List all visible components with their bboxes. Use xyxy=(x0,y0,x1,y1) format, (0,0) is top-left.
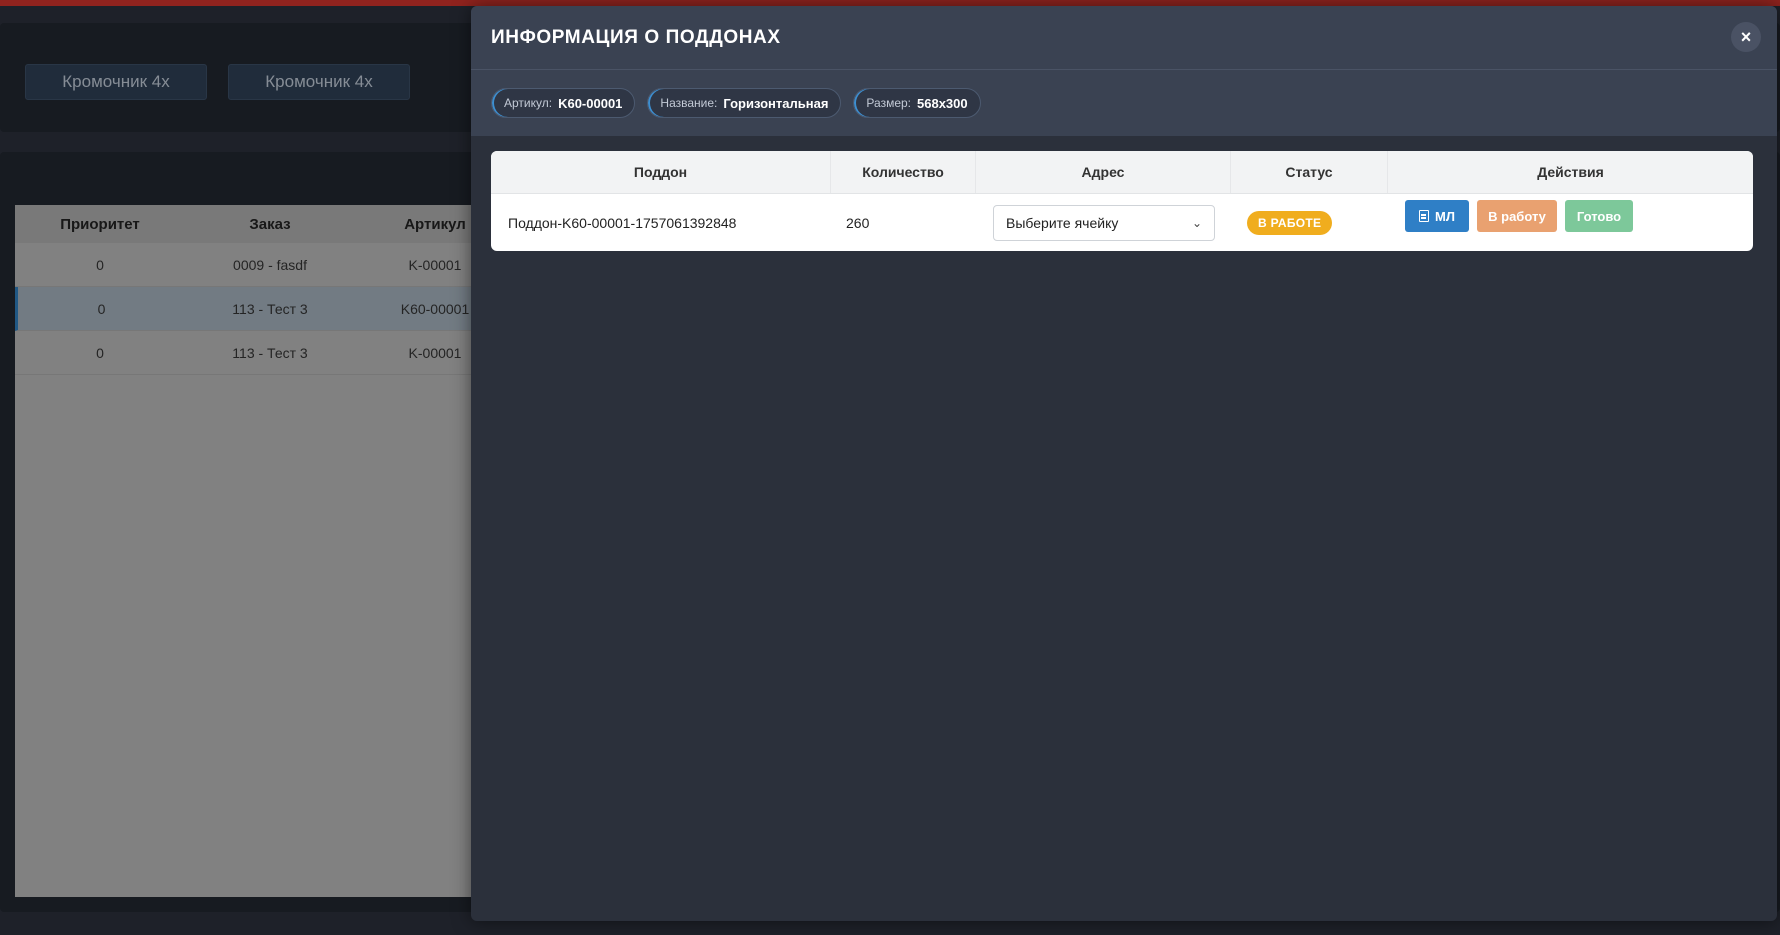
address-select-value: Выберите ячейку xyxy=(1006,215,1119,231)
route-sheet-button[interactable]: МЛ xyxy=(1405,200,1469,232)
close-icon: × xyxy=(1740,26,1752,47)
done-button[interactable]: Готово xyxy=(1565,200,1633,232)
chip-value: 568x300 xyxy=(917,95,968,111)
address-cell: Выберите ячейку ⌄ xyxy=(976,194,1231,251)
column-quantity: Количество xyxy=(831,151,976,193)
address-select[interactable]: Выберите ячейку ⌄ xyxy=(993,205,1215,241)
pallet-info-modal: ИНФОРМАЦИЯ О ПОДДОНАХ × Артикул: K60-000… xyxy=(471,6,1777,921)
column-address: Адрес xyxy=(976,151,1231,193)
pallets-table-header: Поддон Количество Адрес Статус Действия xyxy=(491,151,1753,194)
pallet-quantity: 260 xyxy=(846,215,870,231)
document-icon xyxy=(1419,210,1430,222)
name-chip: Название: Горизонтальная xyxy=(647,88,842,118)
pallet-summary-bar: Артикул: K60-00001 Название: Горизонталь… xyxy=(471,70,1777,136)
start-work-button[interactable]: В работу xyxy=(1477,200,1557,232)
table-row: Поддон-K60-00001-1757061392848 260 Выбер… xyxy=(491,194,1753,251)
column-actions: Действия xyxy=(1537,164,1604,180)
column-status: Статус xyxy=(1231,151,1388,193)
pallets-table: Поддон Количество Адрес Статус Действия … xyxy=(491,151,1753,251)
pallet-name: Поддон-K60-00001-1757061392848 xyxy=(508,215,737,231)
status-badge: В РАБОТЕ xyxy=(1247,211,1333,235)
chip-label: Размер: xyxy=(866,96,911,110)
column-pallet: Поддон xyxy=(491,151,831,193)
modal-header: ИНФОРМАЦИЯ О ПОДДОНАХ xyxy=(471,6,1777,70)
size-chip: Размер: 568x300 xyxy=(853,88,981,118)
route-sheet-label: МЛ xyxy=(1435,208,1455,224)
chip-label: Название: xyxy=(660,96,718,110)
chevron-down-icon: ⌄ xyxy=(1191,216,1202,230)
status-cell: В РАБОТЕ xyxy=(1231,194,1388,251)
chip-label: Артикул: xyxy=(504,96,553,110)
article-chip: Артикул: K60-00001 xyxy=(491,88,636,118)
chip-value: K60-00001 xyxy=(558,95,623,111)
actions-cell: МЛ В работу Готово xyxy=(1388,194,1753,251)
modal-title: ИНФОРМАЦИЯ О ПОДДОНАХ xyxy=(491,26,781,48)
chip-value: Горизонтальная xyxy=(723,95,829,111)
close-button[interactable]: × xyxy=(1731,22,1761,52)
